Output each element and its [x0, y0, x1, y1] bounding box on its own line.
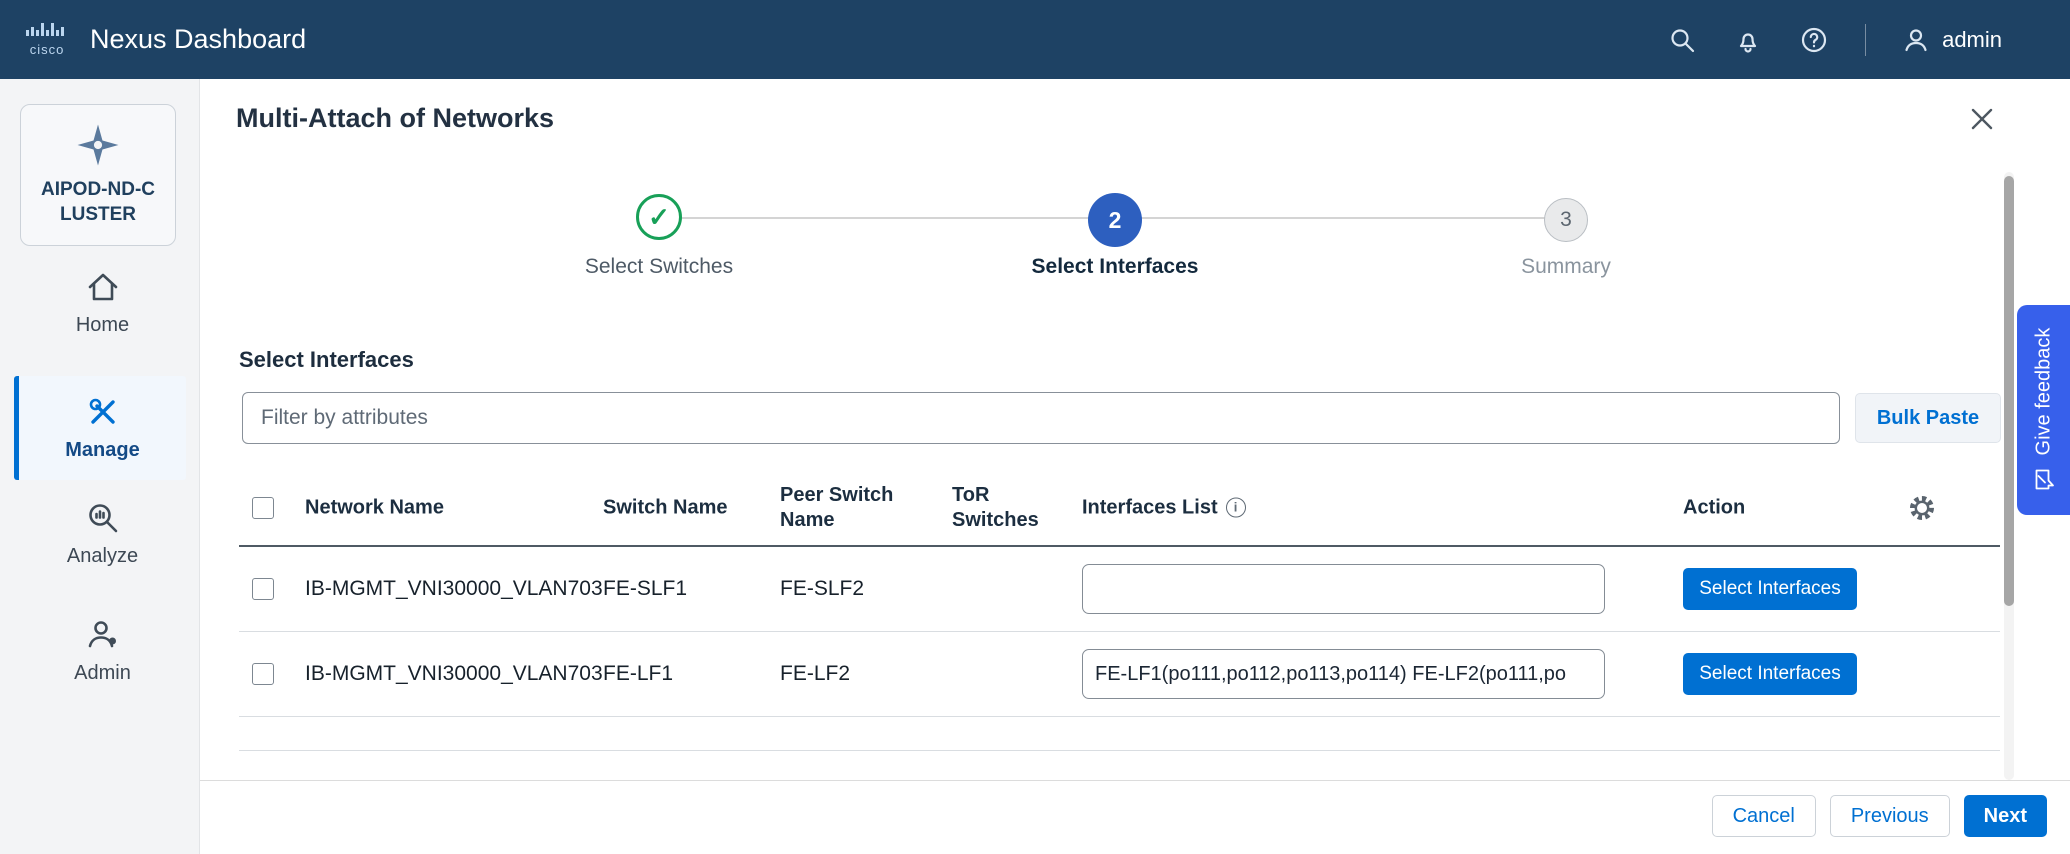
- table-row: IB-MGMT_VNI30000_VLAN703 FE-SLF1 FE-SLF2…: [239, 547, 2000, 632]
- table-header: Network Name Switch Name Peer Switch Nam…: [239, 470, 2000, 547]
- col-switch-name: Switch Name: [603, 495, 727, 520]
- topbar-divider: [1865, 24, 1866, 56]
- step-2-label: Select Interfaces: [995, 255, 1235, 279]
- col-peer-switch-name: Peer Switch Name: [780, 483, 940, 533]
- manage-tools-icon: [85, 394, 121, 430]
- footer-divider: [200, 780, 2070, 781]
- row-2-checkbox[interactable]: [252, 663, 274, 685]
- help-icon[interactable]: [1799, 25, 1829, 55]
- give-feedback-label: Give feedback: [2033, 328, 2056, 456]
- sidebar-item-home[interactable]: Home: [14, 264, 186, 342]
- col-interfaces-list: Interfaces List i: [1082, 495, 1246, 520]
- multi-attach-modal: Multi-Attach of Networks ✓ 2 3 Select Sw…: [200, 79, 2070, 854]
- table-settings-gear-icon[interactable]: [1907, 493, 1937, 523]
- cancel-button[interactable]: Cancel: [1712, 795, 1816, 837]
- section-title: Select Interfaces: [239, 347, 414, 373]
- info-icon[interactable]: i: [1226, 498, 1246, 518]
- cisco-wordmark: cisco: [30, 43, 65, 56]
- filter-input[interactable]: [242, 392, 1840, 444]
- step-3-label: Summary: [1446, 255, 1686, 279]
- cisco-logo-bars: [26, 23, 68, 41]
- step-1-done-check-icon[interactable]: ✓: [636, 194, 682, 240]
- admin-user-gear-icon: [85, 617, 121, 653]
- table-end: [239, 717, 2000, 751]
- footer-buttons: Cancel Previous Next: [1712, 795, 2047, 837]
- home-icon: [85, 269, 121, 305]
- row-2-network-name: IB-MGMT_VNI30000_VLAN703: [305, 660, 605, 688]
- row-2-peer-switch-name: FE-LF2: [780, 662, 850, 686]
- user-menu[interactable]: admin: [1902, 26, 2002, 54]
- row-1-interfaces-input[interactable]: [1082, 564, 1605, 614]
- next-button[interactable]: Next: [1964, 795, 2047, 837]
- cisco-logo: cisco: [26, 23, 68, 56]
- bulk-paste-button[interactable]: Bulk Paste: [1855, 393, 2001, 443]
- select-all-checkbox[interactable]: [252, 497, 274, 519]
- vertical-scrollbar[interactable]: [2004, 172, 2014, 780]
- row-1-select-interfaces-button[interactable]: Select Interfaces: [1683, 568, 1857, 610]
- sidebar-item-analyze-label: Analyze: [67, 545, 138, 568]
- check-icon: ✓: [648, 202, 670, 233]
- scrollbar-thumb[interactable]: [2004, 176, 2014, 606]
- analyze-magnifier-icon: [85, 500, 121, 536]
- username-label: admin: [1942, 27, 2002, 53]
- sidebar-item-admin[interactable]: Admin: [14, 607, 186, 695]
- search-icon[interactable]: [1667, 25, 1697, 55]
- col-interfaces-list-label: Interfaces List: [1082, 496, 1218, 518]
- row-1-peer-switch-name: FE-SLF2: [780, 577, 864, 601]
- row-2-select-interfaces-button[interactable]: Select Interfaces: [1683, 653, 1857, 695]
- table-row: IB-MGMT_VNI30000_VLAN703 FE-LF1 FE-LF2 S…: [239, 632, 2000, 717]
- cluster-icon: [75, 122, 121, 168]
- col-action: Action: [1683, 495, 1745, 520]
- row-1-switch-name: FE-SLF1: [603, 577, 687, 601]
- sidebar-item-admin-label: Admin: [74, 662, 131, 685]
- sidebar-item-home-label: Home: [76, 314, 129, 337]
- step-1-label: Select Switches: [539, 255, 779, 279]
- cluster-selector[interactable]: AIPOD-ND-CLUSTER: [20, 104, 176, 246]
- row-1-network-name: IB-MGMT_VNI30000_VLAN703: [305, 575, 605, 603]
- screen: cisco Nexus Dashboard: [0, 0, 2070, 854]
- step-3-number: 3: [1560, 208, 1572, 232]
- feedback-pencil-icon: [2032, 467, 2056, 491]
- col-network-name: Network Name: [305, 495, 444, 520]
- sidebar-item-analyze[interactable]: Analyze: [14, 490, 186, 578]
- user-icon: [1902, 26, 1930, 54]
- app-title: Nexus Dashboard: [90, 24, 306, 55]
- step-3-upcoming[interactable]: 3: [1544, 198, 1588, 242]
- row-2-interfaces-input[interactable]: [1082, 649, 1605, 699]
- brand: cisco Nexus Dashboard: [26, 23, 306, 56]
- col-tor-switches: ToR Switches: [952, 483, 1062, 533]
- step-2-current[interactable]: 2: [1088, 193, 1142, 247]
- row-2-switch-name: FE-LF1: [603, 662, 673, 686]
- previous-button[interactable]: Previous: [1830, 795, 1950, 837]
- sidebar: AIPOD-ND-CLUSTER Home Manage: [0, 79, 200, 854]
- sidebar-item-manage-label: Manage: [65, 439, 139, 462]
- top-header: cisco Nexus Dashboard: [0, 0, 2070, 79]
- give-feedback-tab[interactable]: Give feedback: [2017, 305, 2070, 515]
- topbar-actions: admin: [1667, 24, 2002, 56]
- row-1-checkbox[interactable]: [252, 578, 274, 600]
- close-icon[interactable]: [1960, 97, 2004, 141]
- cluster-name: AIPOD-ND-CLUSTER: [37, 178, 159, 227]
- modal-title: Multi-Attach of Networks: [236, 103, 554, 134]
- notifications-bell-icon[interactable]: [1733, 25, 1763, 55]
- step-2-number: 2: [1109, 207, 1122, 234]
- sidebar-item-manage[interactable]: Manage: [14, 376, 186, 480]
